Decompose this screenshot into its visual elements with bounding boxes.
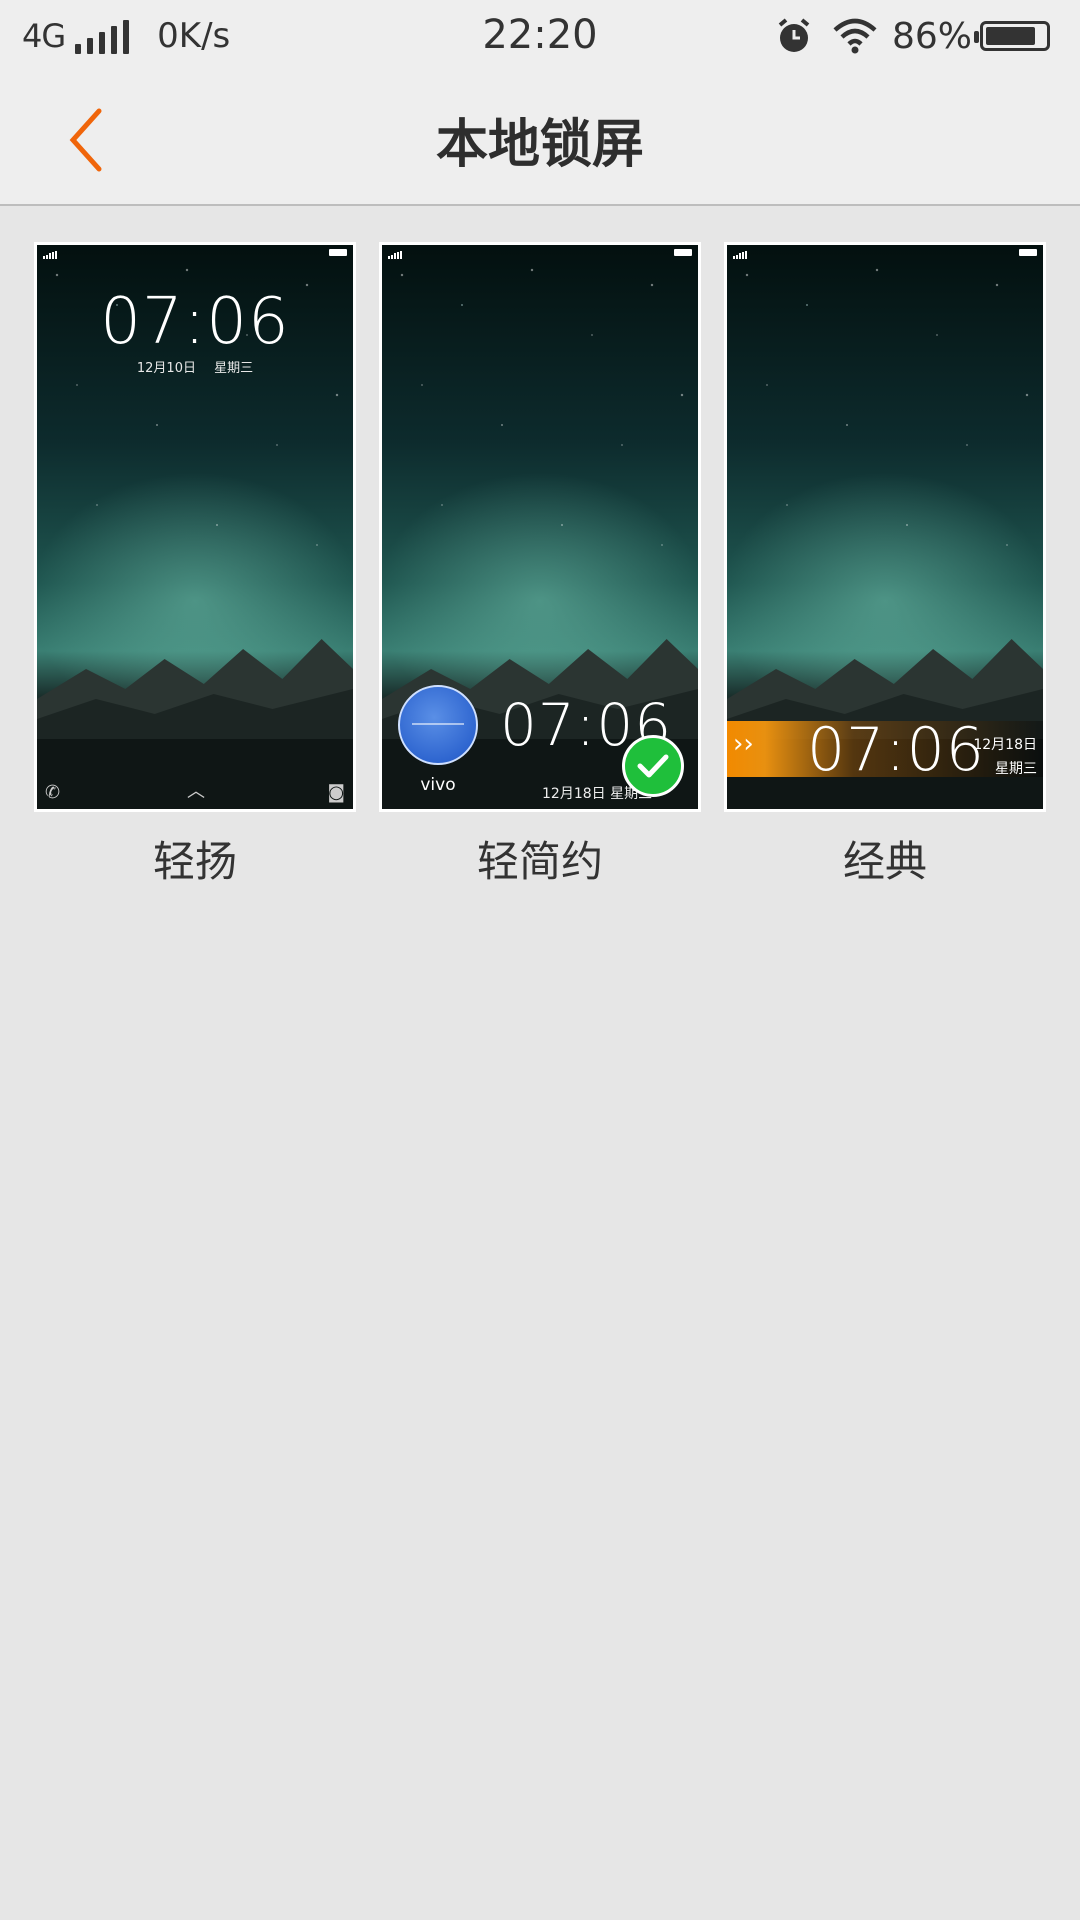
card-label: 经典 [842, 837, 927, 886]
lockscreen-card-qingjianyue[interactable]: vivo 07:06 12月18日 星期三 轻简约 [379, 242, 701, 889]
status-bar: 4G 0K/s 22:20 86% [0, 0, 1080, 70]
thumb-signal-icon [388, 251, 403, 259]
lockscreen-card-jingdian[interactable]: ›› 07:06 12月18日 星期三 经典 [724, 242, 1046, 889]
page-title: 本地锁屏 [435, 115, 644, 175]
alarm-icon [774, 16, 814, 56]
thumb-signal-icon [43, 251, 58, 259]
status-right: 86% [774, 14, 1050, 58]
phone-icon: ✆ [45, 782, 61, 803]
lockscreen-preview[interactable]: vivo 07:06 12月18日 星期三 [379, 242, 701, 812]
chevron-up-icon: ︿ [187, 781, 205, 802]
selected-check-icon [622, 735, 684, 797]
lockscreen-card-qingyang[interactable]: 07:06 12月10日 星期三 ✆ ︿ ◙ 轻扬 [34, 242, 356, 889]
camera-icon: ◙ [327, 782, 345, 803]
thumb-battery-icon [674, 249, 692, 256]
preview-time: 07:06 [100, 285, 290, 359]
unlock-orb [398, 685, 478, 765]
double-chevron-right-icon: ›› [733, 729, 754, 759]
card-label: 轻扬 [152, 837, 237, 886]
thumb-battery-icon [1019, 249, 1037, 256]
battery-icon [974, 21, 1050, 51]
mountains-image [37, 639, 353, 809]
preview-time: 07:06 [807, 715, 985, 785]
preview-bottom-bar: ✆ ︿ ◙ [37, 779, 353, 803]
thumb-signal-icon [733, 251, 748, 259]
lockscreen-preview[interactable]: 07:06 12月10日 星期三 ✆ ︿ ◙ [34, 242, 356, 812]
thumb-battery-icon [329, 249, 347, 256]
card-label: 轻简约 [476, 837, 603, 886]
lockscreen-preview[interactable]: ›› 07:06 12月18日 星期三 [724, 242, 1046, 812]
battery-percent: 86% [891, 15, 972, 57]
wifi-icon [832, 18, 878, 54]
brand-label: vivo [420, 775, 456, 795]
preview-date: 12月18日 星期三 [973, 733, 1037, 781]
preview-date-line2: 星期三 [995, 761, 1037, 777]
preview-date-line1: 12月18日 [973, 737, 1037, 753]
preview-date: 12月10日 星期三 [136, 361, 254, 376]
title-bar: 本地锁屏 [0, 70, 1080, 206]
